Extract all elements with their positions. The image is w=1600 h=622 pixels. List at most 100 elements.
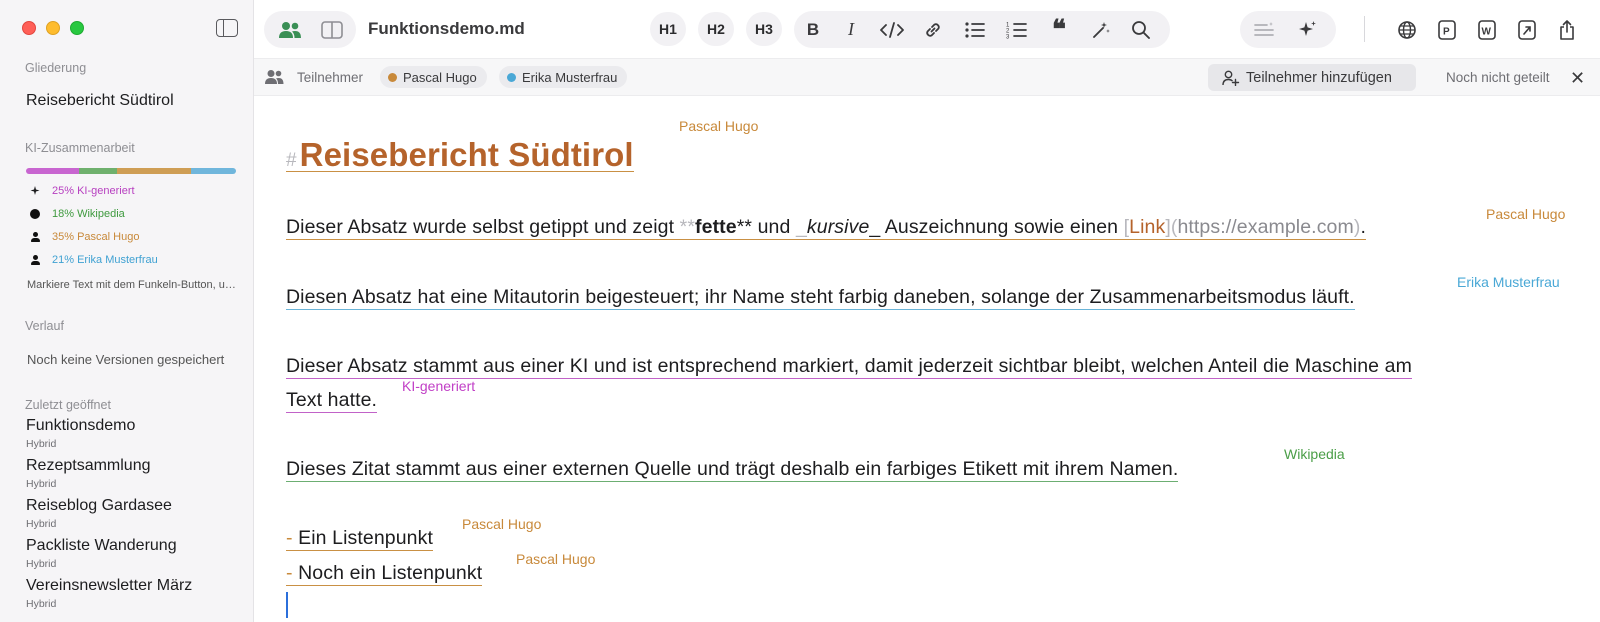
split-view-icon: [321, 20, 343, 39]
bullet-list-icon[interactable]: [960, 11, 990, 48]
history-empty-text: Noch keine Versionen gespeichert: [27, 352, 225, 367]
open-external-icon[interactable]: [1512, 11, 1542, 48]
link-text: Link: [1129, 216, 1166, 238]
ai-collaboration-heading: KI-Zusammenarbeit: [25, 141, 135, 155]
stat-wikipedia-label: 18% Wikipedia: [52, 208, 125, 220]
recent-item-mode: Hybrid: [26, 598, 57, 610]
recent-item[interactable]: Rezeptsammlung Hybrid: [26, 457, 151, 490]
stat-ai-label: 25% KI-generiert: [52, 185, 135, 197]
recent-item-mode: Hybrid: [26, 478, 57, 490]
author-tag: KI-generiert: [402, 378, 476, 394]
author-tag: Erika Musterfrau: [1457, 274, 1560, 290]
stat-erika-label: 21% Erika Musterfrau: [52, 254, 158, 266]
svg-text:W: W: [1482, 26, 1492, 37]
contribution-segment-pascal: [117, 168, 192, 174]
magic-wand-icon[interactable]: [1086, 11, 1116, 48]
stat-wikipedia: 18% Wikipedia: [30, 208, 125, 220]
add-participant-button[interactable]: Teilnehmer hinzufügen: [1208, 64, 1416, 91]
share-status: Noch nicht geteilt: [1446, 70, 1550, 85]
export-word-icon[interactable]: W: [1472, 11, 1502, 48]
list-item[interactable]: - Ein Listenpunkt: [286, 527, 433, 551]
numbered-list-icon[interactable]: 123: [1002, 11, 1032, 48]
recent-item[interactable]: Reiseblog Gardasee Hybrid: [26, 497, 172, 530]
paragraph-ai-line2[interactable]: Text hatte.: [286, 389, 378, 413]
code-icon[interactable]: [876, 11, 908, 48]
recent-item-title: Packliste Wanderung: [26, 537, 177, 554]
paragraph-coauthor[interactable]: Diesen Absatz hat eine Mitautorin beiges…: [286, 286, 1355, 310]
recent-item-title: Reiseblog Gardasee: [26, 497, 172, 514]
minimize-window-button[interactable]: [46, 21, 60, 35]
recent-item-mode: Hybrid: [26, 518, 57, 530]
globe-icon[interactable]: [1392, 11, 1422, 48]
recent-item-mode: Hybrid: [26, 438, 57, 450]
text-cursor: [286, 592, 288, 618]
italic-icon[interactable]: I: [838, 11, 864, 48]
stat-erika: 21% Erika Musterfrau: [30, 254, 158, 266]
add-person-icon: [1222, 70, 1240, 86]
sidebar-toggle-icon[interactable]: [216, 19, 238, 37]
heading1-button[interactable]: H1: [650, 12, 686, 46]
collaboration-toggle-button[interactable]: [270, 11, 310, 48]
participant-chip[interactable]: Erika Musterfrau: [499, 66, 628, 88]
sparkle-icon: [30, 185, 52, 197]
author-tag: Pascal Hugo: [679, 118, 759, 134]
stat-pascal: 35% Pascal Hugo: [30, 231, 139, 243]
author-tag: Pascal Hugo: [1486, 206, 1566, 222]
close-icon[interactable]: ✕: [1570, 68, 1585, 89]
recent-item-title: Vereinsnewsletter März: [26, 577, 193, 594]
quote-icon[interactable]: ❝: [1044, 11, 1074, 48]
sparkle-icon[interactable]: [1288, 11, 1328, 48]
contribution-segment-wikipedia: [79, 168, 118, 174]
stat-ai: 25% KI-generiert: [30, 185, 135, 197]
heading2-button[interactable]: H2: [698, 12, 734, 46]
participant-name: Erika Musterfrau: [522, 69, 618, 85]
list-item[interactable]: - Noch ein Listenpunkt: [286, 562, 483, 586]
search-icon[interactable]: [1126, 11, 1156, 48]
toolbar: Funktionsdemo.md H1 H2 H3 B I 123 ❝ P W: [254, 0, 1600, 58]
ai-text-icon[interactable]: [1244, 11, 1284, 48]
participant-color-dot: [507, 72, 516, 82]
participants-icon: [264, 69, 284, 85]
participants-label: Teilnehmer: [297, 70, 364, 85]
svg-text:3: 3: [1006, 34, 1010, 39]
paragraph-quote[interactable]: Dieses Zitat stammt aus einer externen Q…: [286, 458, 1179, 482]
author-tag: Pascal Hugo: [462, 516, 542, 532]
contribution-segment-ai: [26, 168, 80, 174]
bold-icon[interactable]: B: [800, 11, 826, 48]
heading-marker: #: [286, 150, 297, 171]
recent-item-title: Funktionsdemo: [26, 417, 136, 434]
participant-chip[interactable]: Pascal Hugo: [380, 66, 487, 88]
zoom-window-button[interactable]: [70, 21, 84, 35]
svg-text:P: P: [1443, 26, 1450, 37]
recent-heading: Zuletzt geöffnet: [25, 398, 111, 412]
recent-item[interactable]: Packliste Wanderung Hybrid: [26, 537, 177, 570]
contribution-segment-erika: [191, 168, 236, 174]
export-pdf-icon[interactable]: P: [1432, 11, 1462, 48]
split-view-button[interactable]: [312, 11, 352, 48]
heading3-button[interactable]: H3: [746, 12, 782, 46]
participant-name: Pascal Hugo: [403, 69, 477, 85]
circle-icon: [30, 209, 52, 219]
share-icon[interactable]: [1552, 11, 1582, 48]
recent-item-title: Rezeptsammlung: [26, 457, 151, 474]
person-icon: [30, 231, 52, 243]
recent-item[interactable]: Funktionsdemo Hybrid: [26, 417, 135, 450]
collaboration-bar: Teilnehmer Pascal Hugo Erika Musterfrau …: [254, 58, 1600, 96]
recent-item-mode: Hybrid: [26, 558, 57, 570]
recent-item[interactable]: Vereinsnewsletter März Hybrid: [26, 577, 192, 610]
people-icon: [279, 21, 301, 38]
ai-hint-text: Markiere Text mit dem Funkeln-Button, um…: [27, 279, 239, 291]
paragraph-typed[interactable]: Dieser Absatz wurde selbst getippt und z…: [286, 216, 1366, 240]
sidebar: Gliederung Reisebericht Südtirol KI-Zusa…: [0, 0, 254, 622]
outline-item[interactable]: Reisebericht Südtirol: [26, 92, 174, 110]
document-heading: Reisebericht Südtirol: [299, 136, 634, 173]
participant-color-dot: [388, 72, 397, 82]
heading-line[interactable]: #Reisebericht Südtirol: [286, 136, 634, 174]
close-window-button[interactable]: [22, 21, 36, 35]
add-participant-label: Teilnehmer hinzufügen: [1246, 69, 1392, 86]
link-url: https://example.com: [1177, 216, 1354, 238]
author-tag: Wikipedia: [1284, 446, 1345, 462]
paragraph-ai[interactable]: Dieser Absatz stammt aus einer KI und is…: [286, 355, 1412, 379]
link-icon[interactable]: [918, 11, 948, 48]
editor[interactable]: Pascal Hugo #Reisebericht Südtirol Pasca…: [254, 96, 1600, 622]
